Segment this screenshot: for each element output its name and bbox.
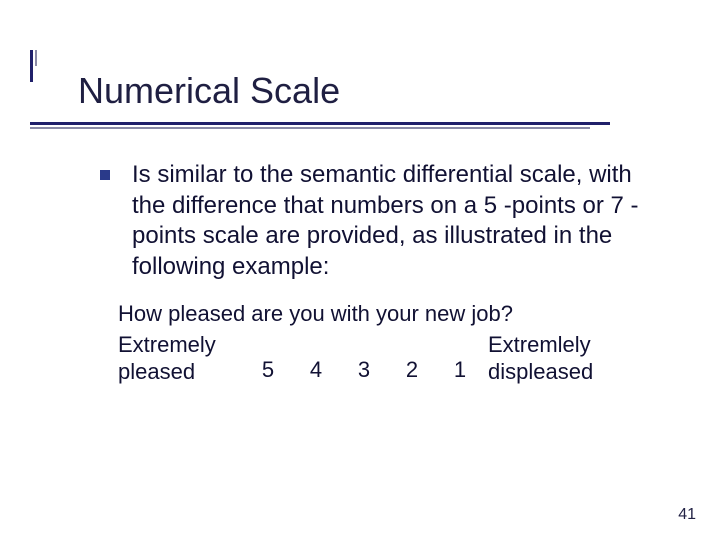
decor-tick-long — [30, 50, 33, 82]
square-bullet-icon — [100, 170, 110, 180]
slide: Numerical Scale Is similar to the semant… — [0, 0, 720, 540]
scale-numbers: 5 4 3 2 1 — [244, 331, 484, 383]
right-anchor-line2: displeased — [488, 359, 593, 384]
decor-tick-short — [35, 50, 37, 66]
decor-rule-long — [30, 122, 610, 125]
scale-number-3: 3 — [340, 357, 388, 383]
scale-number-1: 1 — [436, 357, 484, 383]
bullet-row: Is similar to the semantic differential … — [100, 160, 640, 283]
right-anchor-line1: Extremlely — [488, 332, 591, 357]
scale-number-4: 4 — [292, 357, 340, 383]
example-block: How pleased are you with your new job? E… — [118, 301, 640, 386]
scale-number-5: 5 — [244, 357, 292, 383]
left-anchor-line2: pleased — [118, 359, 195, 384]
slide-title: Numerical Scale — [78, 70, 340, 112]
scale-left-anchor: Extremely pleased — [118, 331, 236, 386]
scale-right-anchor: Extremlely displeased — [488, 331, 618, 386]
scale-number-2: 2 — [388, 357, 436, 383]
decor-rule-short — [30, 127, 590, 129]
slide-body: Is similar to the semantic differential … — [100, 160, 640, 386]
page-number: 41 — [678, 506, 696, 524]
bullet-text: Is similar to the semantic differential … — [132, 160, 640, 283]
scale-row: Extremely pleased 5 4 3 2 1 Extremlely d… — [118, 331, 640, 386]
example-question: How pleased are you with your new job? — [118, 301, 640, 327]
left-anchor-line1: Extremely — [118, 332, 216, 357]
title-wrap: Numerical Scale — [78, 70, 340, 112]
